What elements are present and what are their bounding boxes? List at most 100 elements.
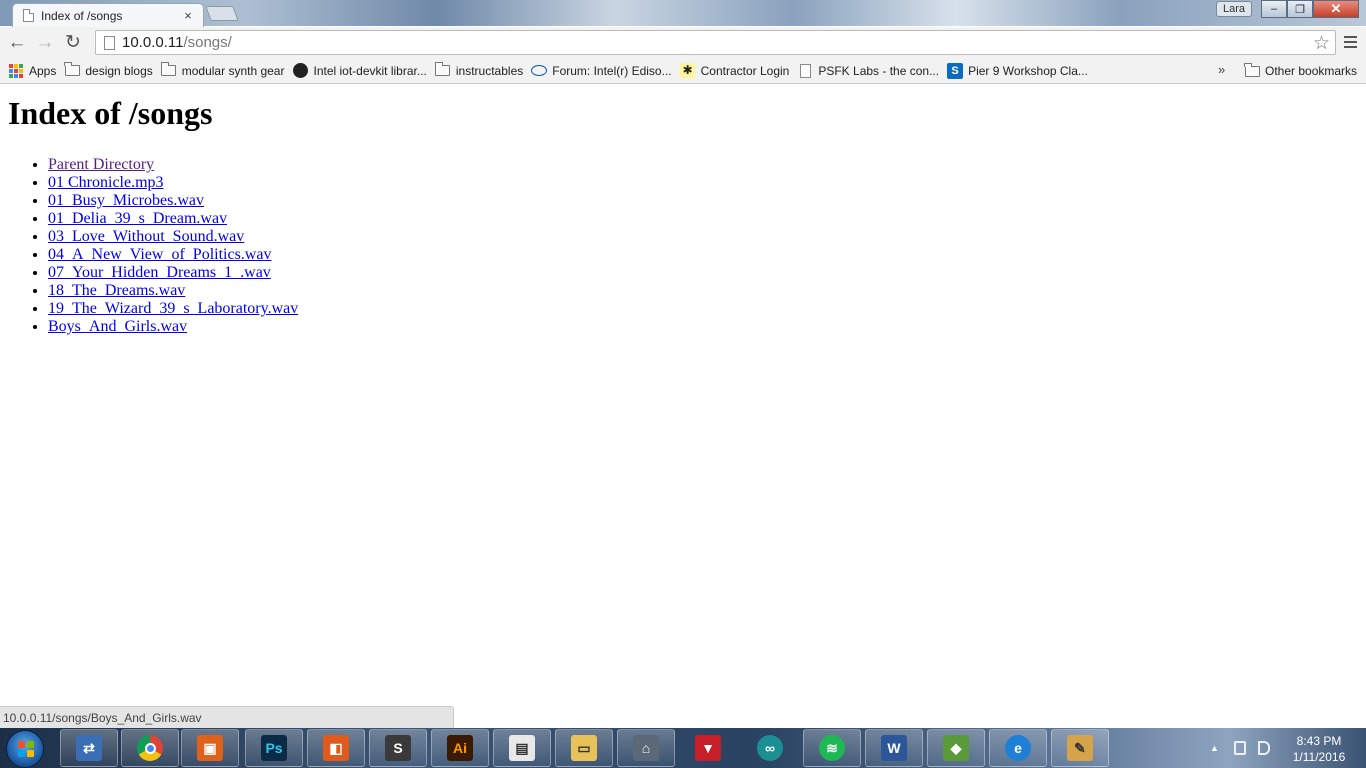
list-item: Boys_And_Girls.wav	[48, 318, 298, 336]
sublime-text-icon: S	[385, 735, 411, 761]
remote-desktop-icon: ⇄	[76, 735, 102, 761]
close-button[interactable]: ✕	[1313, 0, 1359, 18]
minimize-button[interactable]: –	[1261, 0, 1287, 18]
tab-close-icon[interactable]: ×	[181, 8, 195, 23]
tab-title: Index of /songs	[41, 8, 123, 23]
bookmark-intel-iot-devkit[interactable]: Intel iot-devkit librar...	[290, 60, 431, 82]
folder-icon	[1244, 62, 1260, 78]
file-link[interactable]: 01 Chronicle.mp3	[48, 174, 164, 191]
status-bubble: 10.0.0.11/songs/Boys_And_Girls.wav	[0, 706, 454, 728]
tray-expand-icon[interactable]: ▲	[1210, 743, 1219, 753]
illustrator-icon: Ai	[447, 735, 473, 761]
chrome-icon	[137, 735, 163, 761]
taskbar-clock[interactable]: 8:43 PM 1/11/2016	[1284, 733, 1354, 765]
clock-time: 8:43 PM	[1296, 734, 1342, 748]
internet-explorer-icon: e	[1005, 735, 1031, 761]
list-item: 01_Delia_39_s_Dream.wav	[48, 210, 298, 228]
window-titlebar	[0, 0, 1366, 26]
taskbar-button-illustrator[interactable]: Ai	[431, 729, 489, 767]
taskbar-button-arduino[interactable]: ∞	[741, 729, 799, 767]
taskbar-button-network[interactable]: ⌂	[617, 729, 675, 767]
url-host: 10.0.0.11	[122, 34, 184, 51]
bookmark-label: Apps	[29, 63, 57, 78]
windows-taskbar: ⇄ ▣ Ps ◧ S Ai ▤ ▭ ⌂ ▼ ∞ ≋ W ◆ e ✎	[0, 728, 1366, 768]
office-icon: ◧	[323, 735, 349, 761]
page-icon	[797, 63, 813, 78]
bookmark-pier-9-workshop[interactable]: S Pier 9 Workshop Cla...	[945, 60, 1093, 82]
apps-grid-icon	[8, 63, 24, 78]
browser-toolbar: ← → ↻ 10.0.0.11/songs/ ☆	[0, 27, 1366, 58]
menu-bar-icon	[1343, 36, 1357, 38]
page-content: Index of /songs Parent Directory 01 Chro…	[8, 95, 298, 336]
power-icon[interactable]	[1234, 741, 1246, 755]
list-item: Parent Directory	[48, 156, 298, 174]
taskbar-button-chrome[interactable]	[121, 729, 179, 767]
taskbar-button-spotify[interactable]: ≋	[803, 729, 861, 767]
file-link[interactable]: 03_Love_Without_Sound.wav	[48, 228, 244, 245]
bookmark-instructables[interactable]: instructables	[433, 60, 528, 82]
taskbar-button-sublime-text[interactable]: S	[369, 729, 427, 767]
page-info-icon[interactable]	[104, 35, 115, 50]
other-bookmarks-folder[interactable]: Other bookmarks	[1242, 60, 1362, 82]
folder-icon	[160, 62, 177, 78]
tab-index-of-songs[interactable]: Index of /songs ×	[12, 3, 204, 27]
github-icon	[292, 63, 308, 78]
taskbar-button-file-explorer[interactable]: ▭	[555, 729, 613, 767]
bookmarks-overflow-button[interactable]: »	[1218, 62, 1225, 77]
taskbar-button-internet-explorer[interactable]: e	[989, 729, 1047, 767]
photoshop-icon: Ps	[261, 735, 287, 761]
list-item: 03_Love_Without_Sound.wav	[48, 228, 298, 246]
profile-button[interactable]: Lara	[1216, 1, 1252, 17]
bookmark-apps[interactable]: Apps	[6, 60, 61, 82]
bookmark-design-blogs[interactable]: design blogs	[62, 60, 157, 82]
forward-button[interactable]: →	[32, 30, 58, 56]
taskbar-button-remote-desktop[interactable]: ⇄	[60, 729, 118, 767]
reload-button[interactable]: ↻	[60, 30, 86, 56]
chrome-menu-button[interactable]	[1340, 29, 1360, 55]
file-link[interactable]: 04_A_New_View_of_Politics.wav	[48, 246, 271, 263]
maximize-button[interactable]: ❐	[1287, 0, 1313, 18]
taskbar-button-avg[interactable]: ◆	[927, 729, 985, 767]
window-controls: – ❐ ✕	[1261, 0, 1359, 18]
bookmark-label: design blogs	[85, 63, 153, 78]
bookmark-modular-synth-gear[interactable]: modular synth gear	[159, 60, 290, 82]
address-bar[interactable]: 10.0.0.11/songs/ ☆	[95, 30, 1336, 55]
taskbar-button-office[interactable]: ◧	[307, 729, 365, 767]
file-link[interactable]: 18_The_Dreams.wav	[48, 282, 185, 299]
bookmark-contractor-login[interactable]: ✱ Contractor Login	[678, 60, 795, 82]
taskbar-button-slides[interactable]: ▣	[181, 729, 239, 767]
clock-date: 1/11/2016	[1292, 750, 1346, 764]
taskbar-button-vector-app[interactable]: ▼	[679, 729, 737, 767]
back-button[interactable]: ←	[4, 30, 30, 56]
page-favicon-icon	[23, 9, 34, 22]
file-link[interactable]: 01_Delia_39_s_Dream.wav	[48, 210, 227, 227]
bookmark-star-icon[interactable]: ☆	[1313, 32, 1330, 55]
url-path: /songs/	[183, 34, 232, 51]
forward-arrow-icon: →	[35, 31, 55, 53]
taskbar-button-word[interactable]: W	[865, 729, 923, 767]
taskbar-button-paint[interactable]: ✎	[1051, 729, 1109, 767]
file-link[interactable]: 19_The_Wizard_39_s_Laboratory.wav	[48, 300, 298, 317]
parent-directory-link[interactable]: Parent Directory	[48, 156, 154, 173]
list-item: 01 Chronicle.mp3	[48, 174, 298, 192]
start-button[interactable]	[6, 730, 44, 768]
menu-bar-icon	[1343, 46, 1357, 48]
list-item: 01_Busy_Microbes.wav	[48, 192, 298, 210]
word-icon: W	[881, 735, 907, 761]
taskbar-button-document-viewer[interactable]: ▤	[493, 729, 551, 767]
bookmark-psfk-labs[interactable]: PSFK Labs - the con...	[795, 60, 944, 82]
folder-icon	[434, 62, 451, 78]
folder-icon	[64, 62, 80, 78]
list-item: 19_The_Wizard_39_s_Laboratory.wav	[48, 300, 298, 318]
contractor-icon: ✱	[680, 63, 696, 78]
bookmark-intel-edison-forum[interactable]: Forum: Intel(r) Ediso...	[529, 60, 676, 82]
taskbar-button-photoshop[interactable]: Ps	[245, 729, 303, 767]
new-tab-button[interactable]	[205, 6, 239, 21]
bookmark-label: instructables	[455, 63, 524, 78]
page-title: Index of /songs	[8, 95, 213, 131]
volume-icon[interactable]	[1258, 741, 1270, 755]
file-link[interactable]: Boys_And_Girls.wav	[48, 318, 187, 335]
file-link[interactable]: 01_Busy_Microbes.wav	[48, 192, 204, 209]
sharepoint-icon: S	[947, 62, 964, 79]
file-link[interactable]: 07_Your_Hidden_Dreams_1_.wav	[48, 264, 271, 281]
